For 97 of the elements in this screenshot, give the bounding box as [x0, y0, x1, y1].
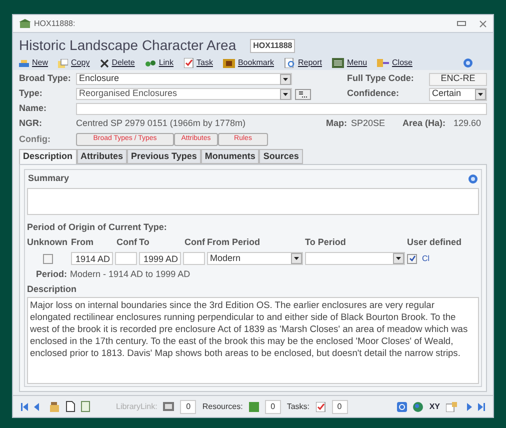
field-label: NGR:: [19, 117, 43, 130]
name-field[interactable]: [76, 103, 487, 115]
check-icon: [408, 255, 416, 262]
column-header: Conf: [184, 236, 205, 249]
conf-field[interactable]: [115, 252, 137, 265]
bookmark-icon: [222, 58, 235, 68]
new-icon: [19, 59, 29, 67]
tab[interactable]: Previous Types: [127, 149, 201, 164]
first-record-icon[interactable]: [21, 402, 28, 410]
column-header: User defined: [407, 236, 463, 249]
column-header: To: [139, 236, 150, 249]
tab[interactable]: Description: [19, 149, 77, 164]
field-label: Name:: [19, 102, 48, 116]
count-field: 0: [180, 400, 196, 414]
field-label: Full Type Code:: [347, 72, 415, 86]
broad-type-field[interactable]: Enclosure: [76, 73, 292, 85]
from-field[interactable]: 1914 AD: [71, 252, 113, 265]
caret-down-icon: [283, 92, 288, 96]
tab[interactable]: Sources: [259, 149, 303, 164]
toolbar-button[interactable]: Link: [144, 57, 174, 69]
caret-down-icon: [396, 257, 401, 260]
confidence-field[interactable]: Certain: [429, 88, 487, 100]
toolbar-button[interactable]: Report: [284, 57, 322, 69]
checkbox[interactable]: [407, 254, 417, 264]
link-icon: [144, 58, 156, 68]
window-title: HOX11888:: [34, 18, 76, 30]
dropdown-button[interactable]: [393, 253, 404, 264]
field-label: Map:: [326, 117, 347, 130]
tasks-label: Tasks:: [286, 400, 310, 412]
user-defined-code: Cl: [422, 252, 430, 264]
tab[interactable]: Monuments: [200, 149, 260, 164]
copy-icon: [58, 58, 68, 68]
minimize-icon[interactable]: [457, 21, 466, 26]
building-icon: [19, 19, 31, 28]
field-label: Confidence:: [347, 87, 400, 100]
dropdown-button[interactable]: [280, 74, 291, 84]
count-field: 0: [332, 400, 348, 414]
report-icon: [284, 58, 295, 68]
toolbar-button[interactable]: Delete: [100, 57, 135, 69]
from-period-field[interactable]: Modern: [207, 252, 303, 265]
toolbar-button[interactable]: Copy: [58, 57, 90, 69]
record-id: HOX11888: [250, 38, 296, 52]
caret-down-icon: [294, 257, 299, 260]
tab[interactable]: Attributes: [76, 149, 128, 164]
globe-icon[interactable]: [413, 402, 424, 412]
conf-field[interactable]: [183, 252, 205, 265]
close-icon[interactable]: [479, 20, 487, 28]
column-header: Conf: [116, 236, 137, 249]
column-header: From: [71, 236, 94, 249]
column-header: Unknown: [27, 236, 68, 249]
document-icon[interactable]: [81, 401, 90, 412]
count-field: 0: [264, 400, 281, 414]
caret-down-icon: [283, 78, 288, 80]
ngr-value: Centred SP 2979 0151 (1966m by 1778m): [76, 117, 246, 130]
task-icon: [184, 58, 194, 68]
dropdown-button[interactable]: [280, 88, 291, 100]
field-label: Config:: [19, 132, 52, 146]
map-value: SP20SE: [351, 117, 386, 130]
field-label: Broad Type:: [19, 72, 72, 86]
toolbar-button[interactable]: New: [19, 57, 48, 69]
area-value: 129.60: [453, 117, 481, 130]
column-header: To Period: [305, 236, 347, 249]
full-type-code-field: ENC-RE: [429, 72, 487, 86]
field-label: Period:: [36, 268, 68, 280]
page-icon[interactable]: [66, 401, 75, 412]
toolbar-button[interactable]: Bookmark: [222, 57, 274, 69]
summary-field[interactable]: [27, 188, 479, 214]
section-label: Period of Origin of Current Type:: [27, 220, 168, 234]
last-record-icon[interactable]: [478, 402, 485, 410]
toolbar-button[interactable]: Menu: [332, 57, 368, 69]
next-record-icon[interactable]: [467, 402, 472, 410]
task-icon[interactable]: [316, 402, 326, 412]
field-label: Type:: [19, 87, 44, 100]
to-field[interactable]: 1999 AD: [139, 252, 181, 265]
period-value: Modern - 1914 AD to 1999 AD: [70, 268, 190, 280]
library-link-label: LibraryLink:: [116, 400, 158, 412]
menu-icon: [332, 58, 344, 68]
dropdown-button[interactable]: [291, 253, 302, 264]
caret-down-icon: [478, 92, 483, 96]
cross-icon: [100, 58, 109, 68]
previous-record-icon[interactable]: [34, 402, 39, 410]
column-header: From Period: [207, 236, 262, 249]
description-field[interactable]: Major loss on internal boundaries since the 3rd Edition OS. The earlier enclosures are very regular elongated rectilinear enclosures running perpendicular to and either side of Black Bourton Brook. To the west of the brook it is recorded pre enclosure Act of 1839 as 'Marsh Closes' an area of meadow which was enclosed in the 17th century. To the east of the brook this may be the enclosed 'Moor Closes' of Weald, enclosed prior to 1813. Davis' Map shows both areas to be enclosed, but doesn't detail the narrow strips.: [27, 296, 479, 384]
note-icon[interactable]: [446, 402, 457, 412]
to-period-field[interactable]: [305, 252, 405, 265]
type-field[interactable]: Reorganised Enclosures: [76, 88, 292, 100]
resources-label: Resources:: [202, 400, 243, 412]
form-title: Historic Landscape Character Area: [19, 36, 236, 55]
section-label: Description: [27, 283, 78, 296]
dropdown-button[interactable]: [475, 88, 486, 100]
toolbar-button[interactable]: Close: [377, 57, 412, 69]
section-label: Summary: [28, 172, 70, 185]
checkbox[interactable]: [43, 254, 53, 264]
ellipsis-button[interactable]: [295, 88, 311, 100]
xy-button[interactable]: XY: [429, 400, 440, 412]
field-label: Area (Ha):: [402, 117, 446, 130]
toolbar-button[interactable]: Task: [184, 57, 213, 69]
